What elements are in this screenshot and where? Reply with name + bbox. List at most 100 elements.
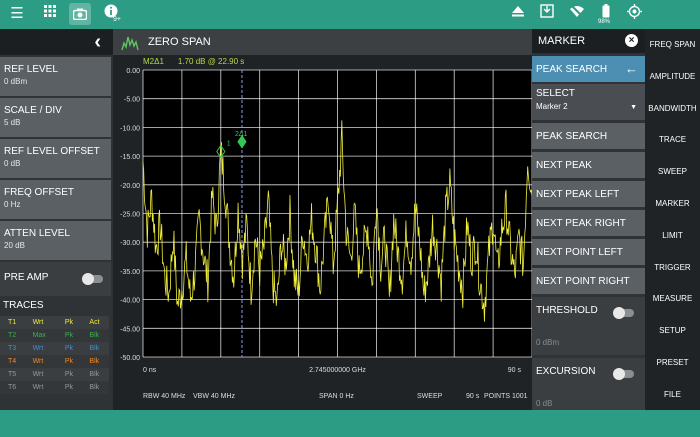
x-tick-label: 0 ns bbox=[143, 367, 157, 374]
trace-name: T3 bbox=[8, 345, 17, 352]
menu-bandwidth[interactable]: BANDWIDTH bbox=[645, 93, 700, 125]
trace-name: T6 bbox=[8, 384, 17, 391]
freq-offset-button[interactable]: FREQ OFFSET 0 Hz bbox=[0, 180, 111, 219]
y-tick-label: -15.00 bbox=[120, 154, 140, 161]
menu-sweep[interactable]: SWEEP bbox=[645, 156, 700, 188]
trace-state: Blk bbox=[89, 371, 100, 378]
trace-mode: Wrt bbox=[32, 345, 44, 352]
y-tick-label: 0.00 bbox=[126, 68, 140, 75]
pre-amp-label: PRE AMP bbox=[4, 272, 49, 283]
ref-level-button[interactable]: REF LEVEL 0 dBm bbox=[0, 57, 111, 96]
select-value: Marker 2 bbox=[536, 102, 568, 111]
trace-name: T1 bbox=[8, 319, 17, 326]
marker-label: 2Δ1 bbox=[235, 131, 248, 138]
marker-panel: MARKER × PEAK SEARCH ← SELECT Marker 2 ▼… bbox=[532, 29, 645, 410]
sweep-time: 90 s bbox=[466, 393, 480, 400]
grid-apps-icon[interactable] bbox=[40, 4, 60, 24]
chart-area: ZERO SPAN 0.00 -5.00 -10.00 -15.00 -20.00 -25… bbox=[113, 29, 532, 410]
param-label: ATTEN LEVEL bbox=[4, 228, 70, 239]
menu-marker[interactable]: MARKER bbox=[645, 188, 700, 220]
main-menu: FREQ SPAN AMPLITUDE BANDWIDTH TRACE SWEEP MAR… bbox=[645, 29, 700, 410]
trace-mode: Wrt bbox=[32, 358, 44, 365]
menu-freq-span[interactable]: FREQ SPAN bbox=[645, 29, 700, 61]
dropdown-caret-icon: ▼ bbox=[630, 104, 637, 111]
excursion-row: EXCURSION 0 dB bbox=[532, 358, 645, 410]
sweep-label: SWEEP bbox=[417, 393, 443, 400]
arrow-left-icon[interactable]: ← bbox=[625, 61, 638, 76]
menu-amplitude[interactable]: AMPLITUDE bbox=[645, 61, 700, 93]
close-icon[interactable]: × bbox=[625, 34, 638, 47]
peak-search-tab[interactable]: PEAK SEARCH ← bbox=[532, 56, 645, 82]
trace-row[interactable]: T1 Wrt Pk Act bbox=[0, 316, 109, 329]
marker-select[interactable]: SELECT Marker 2 ▼ bbox=[532, 84, 645, 120]
menu-preset[interactable]: PRESET bbox=[645, 347, 700, 379]
spectrum-plot[interactable]: 0.00 -5.00 -10.00 -15.00 -20.00 -25.00 -30.00 -… bbox=[113, 55, 532, 393]
ref-level-offset-button[interactable]: REF LEVEL OFFSET 0 dB bbox=[0, 139, 111, 178]
trace-name: T5 bbox=[8, 371, 17, 378]
menu-trace[interactable]: TRACE bbox=[645, 124, 700, 156]
atten-level-button[interactable]: ATTEN LEVEL 20 dB bbox=[0, 221, 111, 260]
trace-state: Blk bbox=[89, 332, 100, 339]
trace-mode: Max bbox=[32, 332, 46, 339]
trace-mode: Wrt bbox=[32, 384, 44, 391]
eject-icon[interactable] bbox=[508, 4, 528, 24]
trace-row[interactable]: T4 Wrt Pk Blk bbox=[0, 355, 109, 368]
y-tick-label: -30.00 bbox=[120, 240, 140, 247]
param-label: REF LEVEL OFFSET bbox=[4, 146, 100, 157]
menu-limit[interactable]: LIMIT bbox=[645, 220, 700, 252]
scale-div-button[interactable]: SCALE / DIV 5 dB bbox=[0, 98, 111, 137]
marker-label: 1 bbox=[227, 141, 231, 148]
back-chevron-icon[interactable]: ‹ bbox=[94, 31, 101, 53]
hamburger-menu-icon[interactable]: ☰ bbox=[7, 4, 27, 24]
chart-header: ZERO SPAN bbox=[113, 29, 532, 55]
trace-name: T4 bbox=[8, 358, 17, 365]
trace-detector: Pk bbox=[64, 319, 74, 326]
next-point-right-button[interactable]: NEXT POINT RIGHT bbox=[532, 268, 645, 294]
next-peak-button[interactable]: NEXT PEAK bbox=[532, 152, 645, 178]
trace-state: Blk bbox=[89, 345, 100, 352]
gps-target-icon[interactable] bbox=[624, 4, 644, 24]
param-label: SCALE / DIV bbox=[4, 105, 62, 116]
menu-file[interactable]: FILE bbox=[645, 379, 700, 411]
pre-amp-toggle[interactable] bbox=[82, 273, 103, 285]
menu-trigger[interactable]: TRIGGER bbox=[645, 252, 700, 284]
trace-mode: Wrt bbox=[32, 371, 44, 378]
threshold-value: 0 dBm bbox=[536, 338, 560, 347]
bottom-bar bbox=[0, 410, 700, 437]
camera-icon[interactable] bbox=[69, 3, 91, 25]
threshold-toggle[interactable] bbox=[613, 307, 634, 319]
y-tick-label: -5.00 bbox=[124, 97, 140, 104]
y-tick-label: -20.00 bbox=[120, 183, 140, 190]
battery-percent: 98% bbox=[598, 19, 611, 25]
menu-setup[interactable]: SETUP bbox=[645, 315, 700, 347]
points-status: POINTS 1001 bbox=[484, 393, 528, 400]
settings-panel: ‹ REF LEVEL 0 dBm SCALE / DIV 5 dB REF L… bbox=[0, 29, 113, 410]
threshold-label: THRESHOLD bbox=[536, 305, 598, 316]
param-value: 0 Hz bbox=[4, 200, 21, 209]
trace-row[interactable]: T5 Wrt Pk Blk bbox=[0, 368, 109, 381]
param-value: 0 dB bbox=[4, 159, 21, 168]
next-point-left-button[interactable]: NEXT POINT LEFT bbox=[532, 239, 645, 265]
x-tick-label: 2.745000000 GHz bbox=[309, 367, 366, 374]
next-peak-right-button[interactable]: NEXT PEAK RIGHT bbox=[532, 210, 645, 236]
trace-detector: Pk bbox=[64, 384, 74, 391]
select-label: SELECT bbox=[536, 88, 575, 99]
save-icon[interactable] bbox=[537, 4, 557, 24]
wifi-off-icon[interactable] bbox=[567, 4, 587, 24]
y-tick-label: -10.00 bbox=[120, 125, 140, 132]
excursion-toggle[interactable] bbox=[613, 368, 634, 380]
trace-detector: Pk bbox=[64, 371, 74, 378]
marker-readout: M2Δ1 1.70 dB @ 22.90 s bbox=[143, 57, 258, 66]
threshold-row: THRESHOLD 0 dBm bbox=[532, 297, 645, 355]
peak-search-tab-label: PEAK SEARCH bbox=[536, 64, 608, 75]
trace-row[interactable]: T6 Wrt Pk Blk bbox=[0, 381, 109, 394]
peak-search-button[interactable]: PEAK SEARCH bbox=[532, 123, 645, 149]
y-tick-label: -50.00 bbox=[120, 355, 140, 362]
readout-value: 1.70 dB @ 22.90 s bbox=[177, 57, 245, 66]
y-tick-label: -45.00 bbox=[120, 326, 140, 333]
trace-row[interactable]: T2 Max Pk Blk bbox=[0, 329, 109, 342]
trace-row[interactable]: T3 Wrt Pk Blk bbox=[0, 342, 109, 355]
menu-measure[interactable]: MEASURE bbox=[645, 283, 700, 315]
next-peak-left-button[interactable]: NEXT PEAK LEFT bbox=[532, 181, 645, 207]
param-label: REF LEVEL bbox=[4, 64, 58, 75]
